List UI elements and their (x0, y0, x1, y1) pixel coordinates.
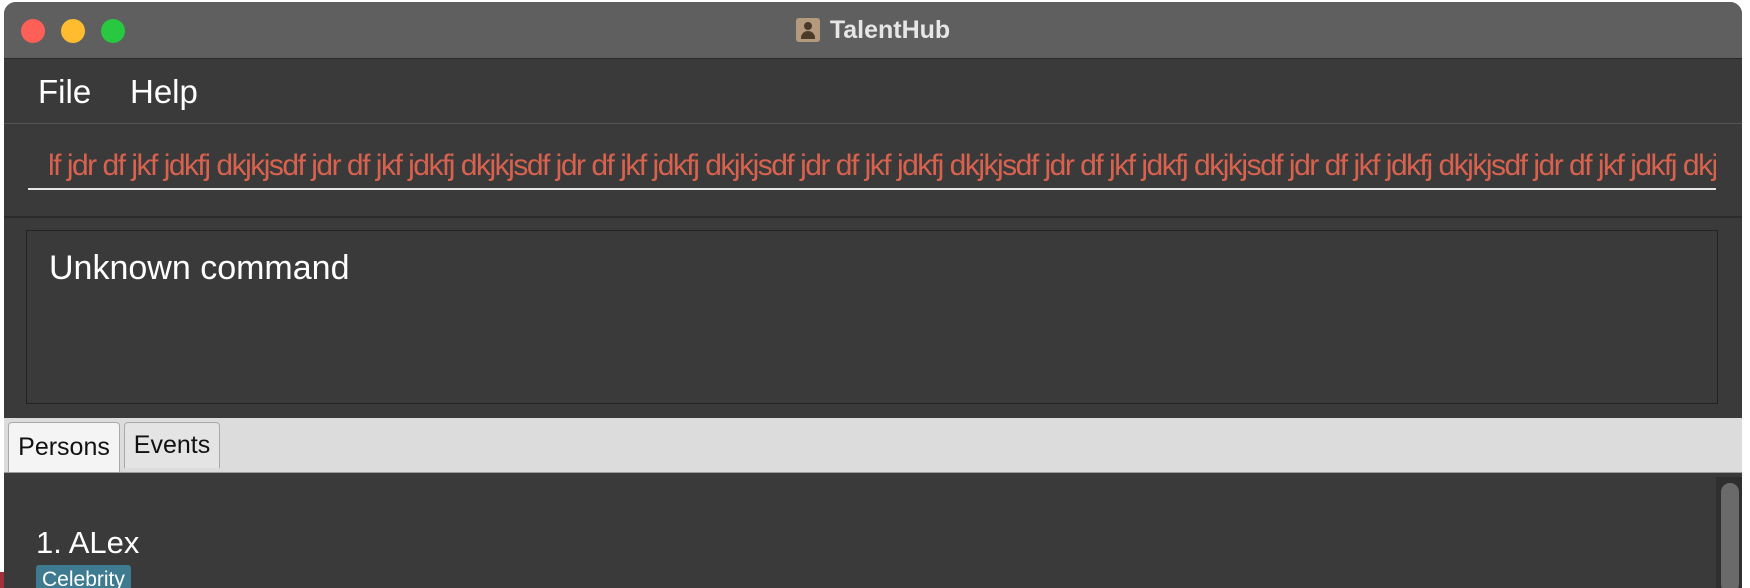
person-name: 1. ALex (36, 525, 140, 560)
title-container: TalentHub (4, 2, 1742, 58)
result-message: Unknown command (49, 249, 350, 287)
tab-events[interactable]: Events (124, 422, 220, 468)
list-scrollbar[interactable] (1716, 477, 1742, 588)
tab-persons[interactable]: Persons (8, 422, 120, 472)
person-tag: Celebrity (36, 565, 131, 588)
menu-file[interactable]: File (38, 73, 91, 111)
command-box-area (4, 124, 1742, 218)
scrollbar-thumb[interactable] (1721, 483, 1739, 588)
tab-bar: Persons Events (4, 418, 1742, 473)
window-title: TalentHub (829, 15, 951, 44)
person-list[interactable]: 1. ALex Celebrity (4, 473, 1742, 588)
menu-help[interactable]: Help (130, 73, 198, 111)
result-display: Unknown command (26, 230, 1718, 404)
app-contact-icon (795, 18, 820, 42)
menu-bar: File Help (4, 59, 1742, 124)
title-bar[interactable]: TalentHub (4, 2, 1742, 59)
app-window: TalentHub File Help Unknown command Pers… (4, 2, 1742, 588)
command-input[interactable] (28, 144, 1716, 190)
